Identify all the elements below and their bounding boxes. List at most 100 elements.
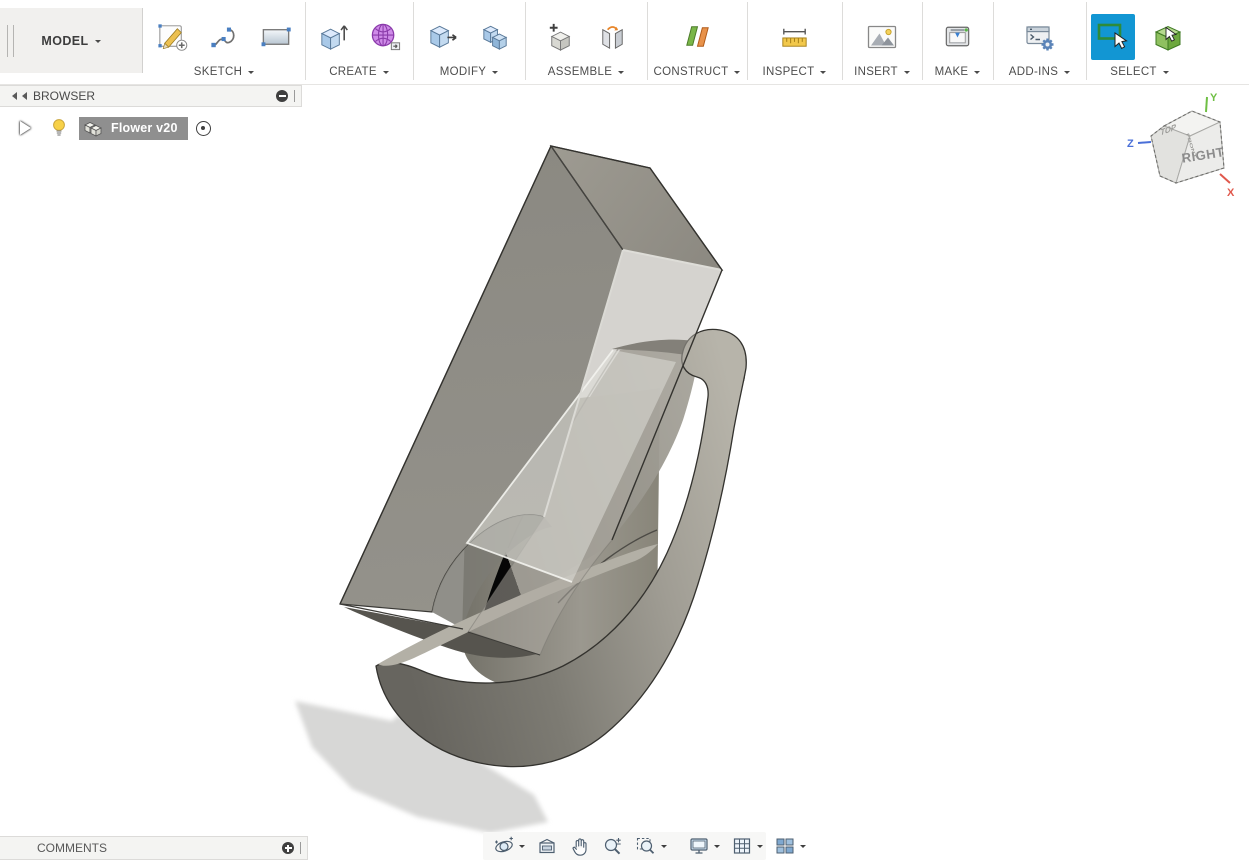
- workspace-label: MODEL: [41, 34, 88, 48]
- comments-panel[interactable]: COMMENTS: [0, 836, 308, 860]
- ribbon-group-addins: ADD-INS: [993, 0, 1086, 84]
- joint-button[interactable]: [592, 15, 632, 59]
- chevron-down-icon: [757, 845, 763, 851]
- fusion360-window: Y Z X RIGHT TOP FRONT MODEL: [0, 0, 1249, 860]
- toolbar-grip[interactable]: [7, 25, 14, 57]
- browser-panel: BROWSER Flower v20: [0, 85, 302, 141]
- inspect-menu[interactable]: INSPECT: [763, 66, 827, 78]
- select-solid-button[interactable]: [1149, 15, 1189, 59]
- orbit-button[interactable]: [491, 833, 527, 859]
- chevron-down-icon: [1163, 71, 1169, 77]
- grid-snap-button[interactable]: [729, 833, 765, 859]
- combine-button[interactable]: [475, 15, 515, 59]
- scripts-addins-button[interactable]: [1020, 15, 1060, 59]
- workspace-switcher[interactable]: MODEL: [0, 8, 143, 73]
- make-menu[interactable]: MAKE: [935, 66, 981, 78]
- svg-text:Y: Y: [1210, 92, 1218, 104]
- ribbon-group-insert: INSERT: [842, 0, 922, 84]
- new-component-button[interactable]: [540, 15, 580, 59]
- modify-menu[interactable]: MODIFY: [440, 66, 499, 78]
- print-3d-button[interactable]: [938, 15, 978, 59]
- construction-plane-button[interactable]: [677, 15, 717, 59]
- ribbon-group-modify: MODIFY: [413, 0, 525, 84]
- component-name: Flower v20: [111, 121, 178, 135]
- attached-canvas-icon: [864, 19, 900, 55]
- pan-icon: [569, 835, 591, 857]
- chevron-down-icon: [904, 71, 910, 77]
- chevron-down-icon: [800, 845, 806, 851]
- navigation-toolbar: [483, 832, 766, 860]
- chevron-down-icon: [820, 71, 826, 77]
- scripts-addins-icon: [1022, 19, 1058, 55]
- chevron-down-icon: [974, 71, 980, 77]
- ribbon-group-sketch: SKETCH: [143, 0, 305, 84]
- add-comment-icon[interactable]: [282, 842, 294, 854]
- browser-item-flower: Flower v20: [0, 115, 302, 141]
- browser-header[interactable]: BROWSER: [0, 85, 302, 107]
- viewcube-z-axis: Z: [1127, 138, 1151, 150]
- display-settings-button[interactable]: [686, 833, 722, 859]
- extrude-button[interactable]: [313, 15, 353, 59]
- zoom-button[interactable]: [600, 833, 626, 859]
- look-at-icon: [536, 835, 558, 857]
- visibility-bulb-icon[interactable]: [51, 118, 67, 138]
- fit-icon: [635, 835, 657, 857]
- minimize-panel-icon[interactable]: [276, 90, 288, 102]
- sketch-menu[interactable]: SKETCH: [194, 66, 254, 78]
- attached-canvas-button[interactable]: [862, 15, 902, 59]
- create-sketch-button[interactable]: [152, 15, 192, 59]
- chevron-down-icon: [1064, 71, 1070, 77]
- chevron-down-icon: [661, 845, 667, 851]
- joint-icon: [595, 19, 630, 54]
- ribbon-group-make: MAKE: [922, 0, 993, 84]
- chevron-down-icon: [492, 71, 498, 77]
- expand-arrow-icon[interactable]: [20, 121, 38, 135]
- viewports-button[interactable]: [772, 833, 808, 859]
- construct-menu[interactable]: CONSTRUCT: [654, 66, 741, 78]
- look-at-button[interactable]: [534, 833, 560, 859]
- pan-button[interactable]: [567, 833, 593, 859]
- measure-button[interactable]: [775, 15, 815, 59]
- new-component-icon: [543, 19, 578, 54]
- panel-drag-grip[interactable]: [294, 90, 297, 102]
- ribbon-group-inspect: INSPECT: [747, 0, 842, 84]
- spline-button[interactable]: [204, 15, 244, 59]
- browser-title: BROWSER: [33, 89, 95, 103]
- addins-menu[interactable]: ADD-INS: [1009, 66, 1070, 78]
- chevron-down-icon: [95, 40, 101, 46]
- create-form-button[interactable]: [365, 15, 405, 59]
- press-pull-button[interactable]: [423, 15, 463, 59]
- chevron-down-icon: [734, 71, 740, 77]
- viewcube[interactable]: Y Z X RIGHT TOP FRONT: [1120, 88, 1242, 206]
- chevron-down-icon: [519, 845, 525, 851]
- ribbon-group-create: CREATE: [305, 0, 413, 84]
- chevron-down-icon: [248, 71, 254, 77]
- insert-menu[interactable]: INSERT: [854, 66, 910, 78]
- select-menu[interactable]: SELECT: [1110, 66, 1169, 78]
- ribbon-toolbar: MODEL: [0, 0, 1249, 85]
- select-window-button[interactable]: [1091, 14, 1135, 60]
- display-settings-icon: [688, 835, 710, 857]
- create-menu[interactable]: CREATE: [329, 66, 389, 78]
- grid-snap-icon: [731, 835, 753, 857]
- chevron-down-icon: [714, 845, 720, 851]
- viewports-icon: [774, 835, 796, 857]
- ribbon-group-construct: CONSTRUCT: [647, 0, 747, 84]
- create-sketch-icon: [155, 19, 190, 54]
- rectangle-icon: [259, 19, 294, 54]
- model-3d-viewport[interactable]: [0, 85, 1249, 860]
- panel-drag-grip[interactable]: [300, 842, 303, 854]
- activate-component-radio[interactable]: [196, 121, 211, 136]
- orbit-icon: [493, 835, 515, 857]
- component-row-selected[interactable]: Flower v20: [79, 117, 188, 140]
- rectangle-button[interactable]: [256, 15, 296, 59]
- component-icon: [83, 119, 103, 137]
- viewcube-x-axis: X: [1220, 174, 1235, 199]
- assemble-menu[interactable]: ASSEMBLE: [548, 66, 624, 78]
- measure-icon: [777, 19, 812, 54]
- svg-text:X: X: [1227, 187, 1235, 199]
- zoom-window-button[interactable]: [633, 833, 669, 859]
- svg-text:Z: Z: [1127, 138, 1134, 150]
- form-icon: [368, 19, 403, 54]
- collapse-panel-icon[interactable]: [8, 92, 27, 100]
